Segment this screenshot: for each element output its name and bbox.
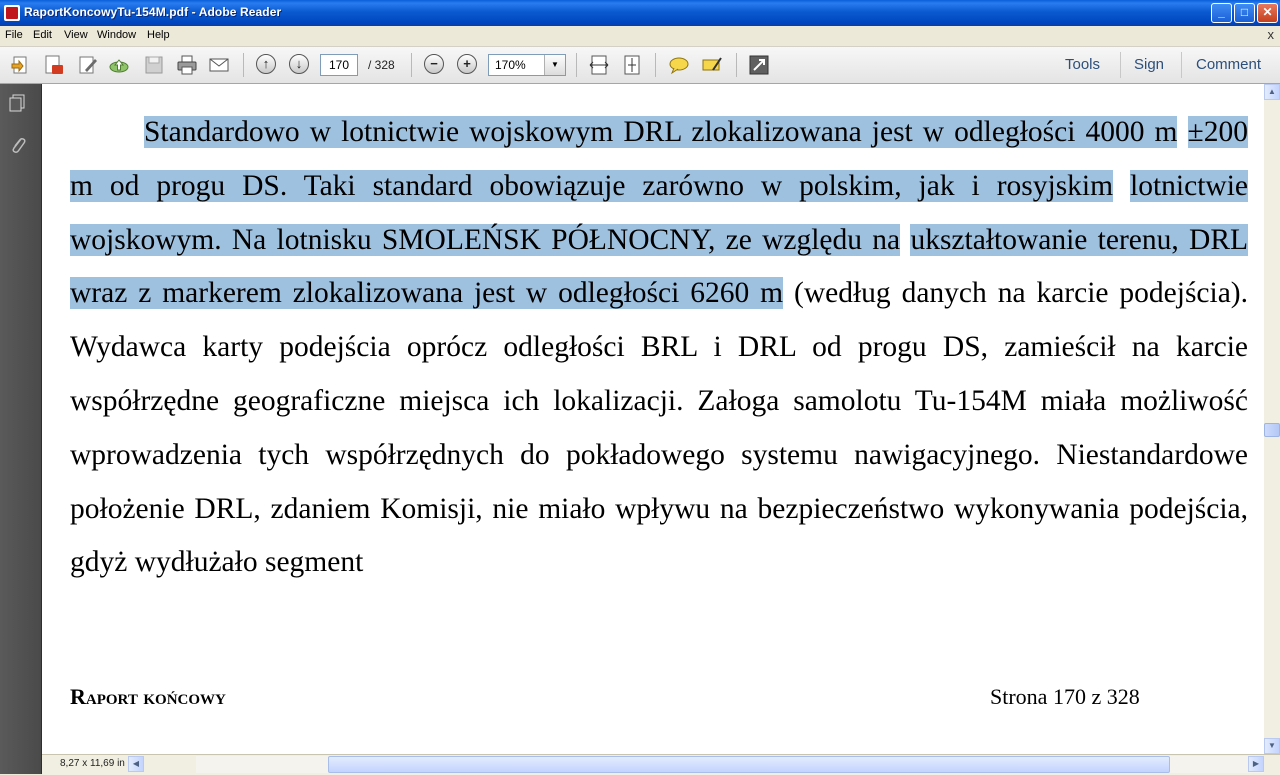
horizontal-scrollbar[interactable] xyxy=(196,756,1264,773)
edit-icon[interactable] xyxy=(77,54,99,76)
attachments-icon[interactable] xyxy=(9,134,27,156)
chevron-down-icon[interactable]: ▼ xyxy=(544,55,565,75)
menu-bar: File Edit View Window Help x xyxy=(0,26,1280,47)
toolbar-separator xyxy=(1120,52,1121,78)
page-thumbnails-icon[interactable] xyxy=(8,94,26,112)
menu-help[interactable]: Help xyxy=(147,29,170,41)
menu-edit[interactable]: Edit xyxy=(33,29,52,41)
footer-report-title: Raport końcowy xyxy=(70,684,226,709)
sign-button[interactable]: Sign xyxy=(1134,56,1164,73)
document-paragraph: Standardowo w lotnictwie wojskowym DRL z… xyxy=(70,106,1249,590)
zoom-out-icon[interactable]: − xyxy=(424,54,444,74)
vertical-scroll-thumb[interactable] xyxy=(1264,423,1280,437)
email-icon[interactable] xyxy=(208,54,230,76)
print-icon[interactable] xyxy=(176,54,198,76)
menu-file[interactable]: File xyxy=(5,29,23,41)
status-bar: 8,27 x 11,69 in ◀ ▶ xyxy=(42,754,1280,775)
zoom-in-icon[interactable]: + xyxy=(457,54,477,74)
toolbar-separator xyxy=(411,53,412,77)
scroll-down-icon[interactable]: ▼ xyxy=(1264,738,1280,754)
toolbar-separator xyxy=(655,53,656,77)
toolbar-separator xyxy=(736,53,737,77)
navigation-pane xyxy=(0,84,42,774)
toolbar-separator xyxy=(243,53,244,77)
create-pdf-icon[interactable] xyxy=(43,54,65,76)
menu-window[interactable]: Window xyxy=(97,29,136,41)
window-title: RaportKoncowyTu-154M.pdf - Adobe Reader xyxy=(24,5,282,19)
sticky-note-icon[interactable] xyxy=(668,54,690,76)
zoom-value: 170% xyxy=(495,58,526,72)
fullscreen-icon[interactable] xyxy=(748,54,770,76)
previous-page-icon[interactable]: ↑ xyxy=(256,54,276,74)
title-bar: RaportKoncowyTu-154M.pdf - Adobe Reader … xyxy=(0,0,1280,26)
minimize-button[interactable]: _ xyxy=(1211,3,1232,23)
scroll-right-icon[interactable]: ▶ xyxy=(1248,756,1264,772)
maximize-button[interactable]: □ xyxy=(1234,3,1255,23)
save-icon[interactable] xyxy=(143,54,165,76)
fit-width-icon[interactable] xyxy=(588,54,610,76)
comment-button[interactable]: Comment xyxy=(1196,56,1261,73)
page-size-label: 8,27 x 11,69 in xyxy=(60,758,125,769)
scroll-up-icon[interactable]: ▲ xyxy=(1264,84,1280,100)
page-number-input[interactable]: 170 xyxy=(320,54,358,76)
scroll-left-icon[interactable]: ◀ xyxy=(128,756,144,772)
toolbar-separator xyxy=(1181,52,1182,78)
page-total: / 328 xyxy=(368,58,395,72)
highlight-text-icon[interactable] xyxy=(701,54,723,76)
fit-page-icon[interactable] xyxy=(621,54,643,76)
zoom-select[interactable]: 170% ▼ xyxy=(488,54,566,76)
vertical-scrollbar[interactable]: ▲ ▼ xyxy=(1264,84,1280,754)
next-page-icon[interactable]: ↓ xyxy=(289,54,309,74)
horizontal-scroll-thumb[interactable] xyxy=(328,756,1170,773)
close-button[interactable]: ✕ xyxy=(1257,3,1278,23)
close-document-icon[interactable]: x xyxy=(1268,27,1275,42)
menu-view[interactable]: View xyxy=(64,29,88,41)
tools-button[interactable]: Tools xyxy=(1065,56,1100,73)
selected-text: Standardowo w lotnictwie wojskowym DRL z… xyxy=(144,116,1178,148)
adobe-pdf-icon xyxy=(4,5,20,21)
open-icon[interactable] xyxy=(10,54,32,76)
footer-page-number: Strona 170 z 328 xyxy=(990,684,1140,709)
toolbar-separator xyxy=(576,53,577,77)
upload-cloud-icon[interactable] xyxy=(108,54,130,76)
document-view[interactable]: Standardowo w lotnictwie wojskowym DRL z… xyxy=(42,84,1264,754)
